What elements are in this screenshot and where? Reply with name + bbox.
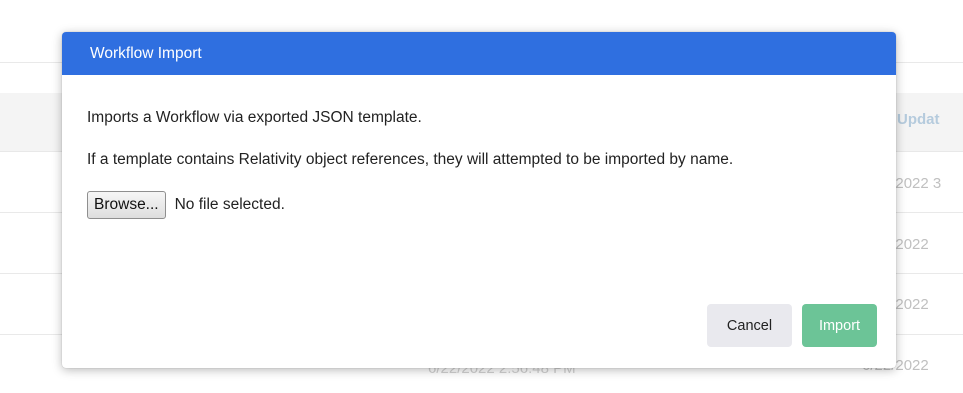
dialog-description: Imports a Workflow via exported JSON tem… [87,109,422,126]
dialog-note: If a template contains Relativity object… [87,151,734,168]
cancel-button[interactable]: Cancel [707,304,792,347]
import-button[interactable]: Import [802,304,877,347]
file-input: Browse... No file selected. [87,191,868,219]
browse-button[interactable]: Browse... [87,191,166,219]
file-status-text: No file selected. [174,196,285,213]
workflow-import-dialog: Workflow Import Imports a Workflow via e… [62,32,896,368]
dialog-footer: Cancel Import [707,304,877,347]
dialog-title: Workflow Import [90,44,202,62]
dialog-header: Workflow Import [62,32,896,75]
dialog-body: Imports a Workflow via exported JSON tem… [62,75,896,219]
